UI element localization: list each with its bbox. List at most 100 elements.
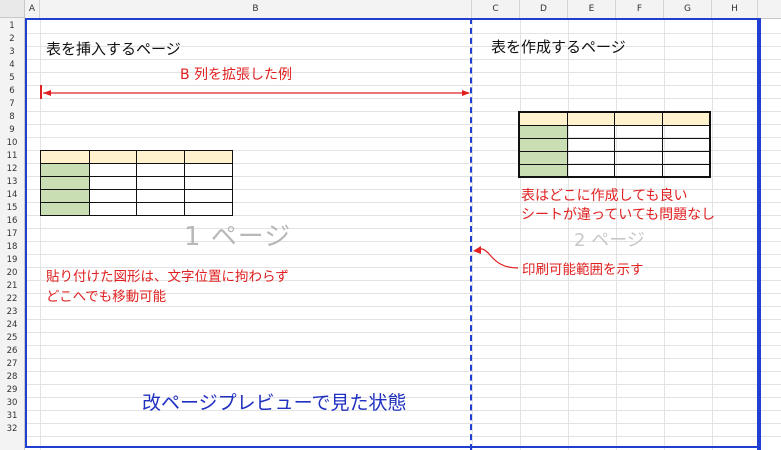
table-cell[interactable] [40,189,90,203]
column-header-d[interactable]: D [520,0,568,18]
table-cell[interactable] [40,163,90,177]
row-header[interactable]: 30 [0,397,24,409]
table-cell[interactable] [184,189,233,203]
row-header[interactable]: 27 [0,358,24,370]
column-header-b[interactable]: B [40,0,472,18]
row-header[interactable]: 18 [0,241,24,253]
row-header[interactable]: 13 [0,176,24,188]
table-cell[interactable] [661,124,711,139]
table-cell[interactable] [518,124,568,139]
table-cell[interactable] [566,163,616,178]
row-header[interactable]: 12 [0,163,24,175]
column-extension-label: B 列を拡張した例 [180,67,293,83]
page1-table[interactable] [40,150,233,216]
page1-heading: 表を挿入するページ [46,40,181,58]
column-header-e[interactable]: E [568,0,616,18]
table-cell[interactable] [614,124,663,139]
column-header-a[interactable]: A [25,0,40,18]
row-header[interactable]: 10 [0,137,24,149]
table-cell[interactable] [88,163,138,177]
column-header-c[interactable]: C [472,0,520,18]
table-cell[interactable] [136,163,186,177]
row-header[interactable]: 31 [0,410,24,422]
table-cell[interactable] [136,189,186,203]
table-cell[interactable] [566,124,616,139]
page2-heading: 表を作成するページ [491,38,626,56]
page2-note-line1: 表はどこに作成しても良い [521,188,688,204]
table-cell[interactable] [136,150,186,164]
page-right-boundary[interactable] [757,18,761,450]
column-header-bar: A B C D E F G H [25,0,781,19]
table-cell[interactable] [136,202,186,216]
page-break-line[interactable] [470,18,472,450]
table-cell[interactable] [614,137,663,152]
table-cell[interactable] [136,176,186,190]
table-cell[interactable] [518,137,568,152]
row-header[interactable]: 2 [0,33,24,45]
row-header[interactable]: 8 [0,111,24,123]
row-header[interactable]: 15 [0,202,24,214]
row-header[interactable]: 11 [0,150,24,162]
table-cell[interactable] [184,176,233,190]
table-cell[interactable] [40,202,90,216]
column-header-g[interactable]: G [664,0,712,18]
row-header[interactable]: 7 [0,98,24,110]
column-header-h[interactable]: H [712,0,758,18]
table-cell[interactable] [614,150,663,165]
table-cell[interactable] [661,111,711,126]
table-cell[interactable] [614,163,663,178]
table-cell[interactable] [661,150,711,165]
row-header[interactable]: 22 [0,293,24,305]
page2-watermark: 2 ページ [574,230,645,251]
table-cell[interactable] [40,150,90,164]
table-cell[interactable] [518,111,568,126]
table-cell[interactable] [518,150,568,165]
column-header-f[interactable]: F [616,0,664,18]
shape-note-line1: 貼り付けた図形は、文字位置に拘わらず [46,269,289,285]
table-cell[interactable] [614,111,663,126]
row-header[interactable]: 19 [0,254,24,266]
table-cell[interactable] [566,137,616,152]
row-header[interactable]: 9 [0,124,24,136]
row-header[interactable]: 5 [0,72,24,84]
table-cell[interactable] [566,111,616,126]
page2-table[interactable] [518,111,711,178]
table-cell[interactable] [184,150,233,164]
table-cell[interactable] [40,176,90,190]
row-header[interactable]: 16 [0,215,24,227]
row-header[interactable]: 4 [0,59,24,71]
page1-watermark: 1 ページ [184,222,292,252]
table-cell[interactable] [566,150,616,165]
row-header[interactable]: 17 [0,228,24,240]
spreadsheet-page-break-preview: A B C D E F G H 1 2 3 4 5 6 7 8 9 10 11 12 13 14 15 16 1… [0,0,781,450]
row-header[interactable]: 21 [0,280,24,292]
row-header[interactable]: 3 [0,46,24,58]
table-cell[interactable] [88,176,138,190]
row-header[interactable]: 14 [0,189,24,201]
print-area-border [25,18,759,448]
table-cell[interactable] [661,163,711,178]
footer-caption: 改ページプレビューで見た状態 [142,392,407,414]
row-header-bar: 1 2 3 4 5 6 7 8 9 10 11 12 13 14 15 16 17 18 19 20 21 22 23 24 2… [0,18,25,450]
select-all-corner[interactable] [0,0,25,18]
table-cell[interactable] [661,137,711,152]
print-range-note: 印刷可能範囲を示す [522,262,644,278]
table-cell[interactable] [518,163,568,178]
row-header[interactable]: 24 [0,319,24,331]
table-cell[interactable] [184,202,233,216]
row-header[interactable]: 6 [0,85,24,97]
table-cell[interactable] [88,189,138,203]
row-header[interactable]: 1 [0,20,24,32]
row-header[interactable]: 25 [0,332,24,344]
row-header[interactable]: 29 [0,384,24,396]
row-header[interactable]: 23 [0,306,24,318]
row-header[interactable]: 26 [0,345,24,357]
row-header[interactable]: 28 [0,371,24,383]
table-cell[interactable] [184,163,233,177]
table-cell[interactable] [88,150,138,164]
row-header[interactable]: 20 [0,267,24,279]
page2-note-line2: シートが違っていても問題なし [521,207,716,223]
table-cell[interactable] [88,202,138,216]
shape-note-line2: どこへでも移動可能 [46,289,167,305]
row-header[interactable]: 32 [0,423,24,435]
